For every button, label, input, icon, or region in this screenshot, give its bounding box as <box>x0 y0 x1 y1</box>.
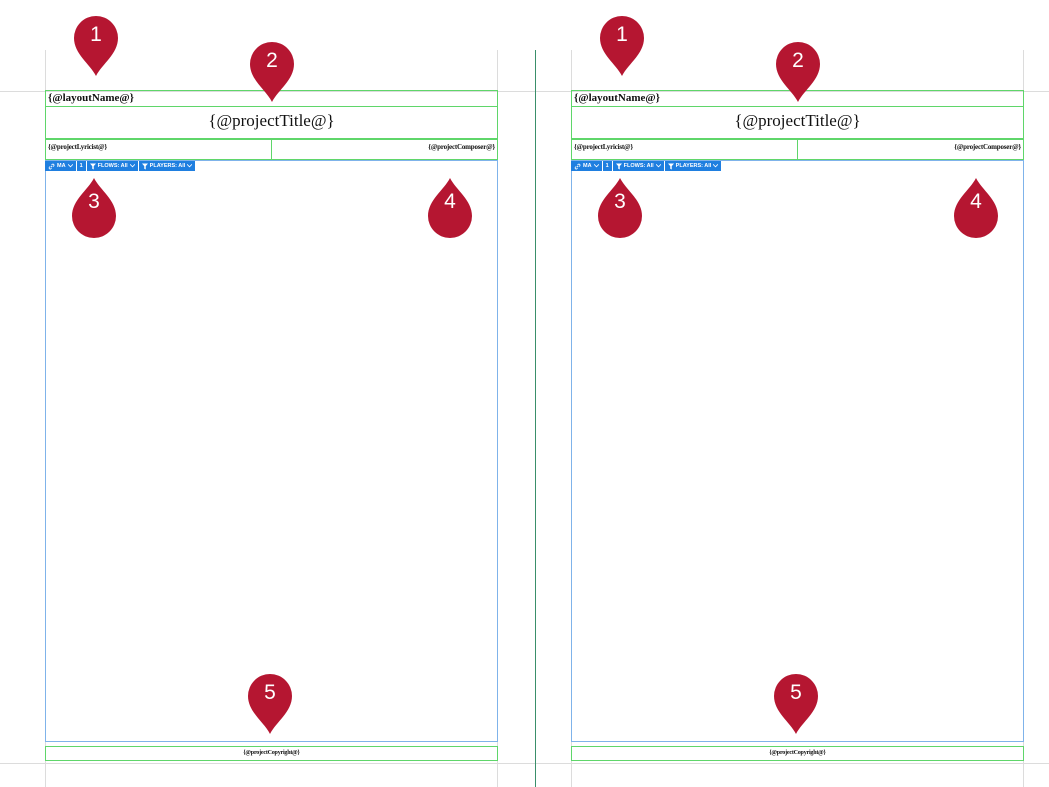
callout-marker-3: 3 <box>594 176 646 242</box>
callout-marker-2: 2 <box>772 38 824 104</box>
callout-marker-4: 4 <box>950 176 1002 242</box>
callout-marker-1: 1 <box>596 12 648 78</box>
frame-number-label: 1 <box>605 163 609 169</box>
music-frame[interactable] <box>45 160 498 742</box>
composer-token: {@projectComposer@} <box>954 143 1021 151</box>
lyricist-token: {@projectLyricist@} <box>48 143 107 151</box>
music-frame[interactable] <box>571 160 1024 742</box>
lyricist-token: {@projectLyricist@} <box>574 143 633 151</box>
copyright-frame[interactable]: {@projectCopyright@} <box>45 746 498 761</box>
lyricist-frame[interactable]: {@projectLyricist@} <box>45 139 272 160</box>
composer-frame[interactable]: {@projectComposer@} <box>797 139 1024 160</box>
composer-token: {@projectComposer@} <box>428 143 495 151</box>
chevron-down-icon <box>655 164 661 168</box>
callout-marker-3: 3 <box>68 176 120 242</box>
chevron-down-icon <box>129 164 135 168</box>
chevron-down-icon <box>67 164 73 168</box>
callout-marker-4: 4 <box>424 176 476 242</box>
chevron-down-icon <box>187 164 193 168</box>
callout-marker-5: 5 <box>770 670 822 736</box>
flows-filter-label: FLOWS: All <box>623 163 654 169</box>
project-title-token: {@projectTitle@} <box>734 111 861 130</box>
copyright-frame[interactable]: {@projectCopyright@} <box>571 746 1024 761</box>
music-frame-toolbar: MA 1 FLOWS: All PLAYERS: All <box>45 161 196 171</box>
lyricist-frame[interactable]: {@projectLyricist@} <box>571 139 798 160</box>
frame-chain-button[interactable]: MA <box>45 161 76 171</box>
project-title-frame[interactable]: {@projectTitle@} <box>45 106 498 139</box>
callout-number: 4 <box>444 190 456 213</box>
layout-name-token: {@layoutName@} <box>48 92 134 104</box>
players-filter-button[interactable]: PLAYERS: All <box>664 161 722 171</box>
chevron-down-icon <box>593 164 599 168</box>
music-frame-toolbar: MA 1 FLOWS: All PLAYERS: All <box>571 161 722 171</box>
left-page: {@layoutName@} {@projectTitle@} {@projec… <box>0 0 540 787</box>
frame-number-button[interactable]: 1 <box>602 161 612 171</box>
flows-filter-button[interactable]: FLOWS: All <box>86 161 138 171</box>
chevron-down-icon <box>713 164 719 168</box>
layout-name-token: {@layoutName@} <box>574 92 660 104</box>
callout-marker-5: 5 <box>244 670 296 736</box>
copyright-token: {@projectCopyright@} <box>243 750 300 756</box>
filter-icon <box>667 163 674 169</box>
callout-marker-2: 2 <box>246 38 298 104</box>
players-filter-label: PLAYERS: All <box>149 163 186 169</box>
callout-number: 1 <box>616 23 628 46</box>
copyright-token: {@projectCopyright@} <box>769 750 826 756</box>
flows-filter-label: FLOWS: All <box>97 163 128 169</box>
callout-marker-1: 1 <box>70 12 122 78</box>
callout-number: 3 <box>614 190 626 213</box>
frame-chain-button[interactable]: MA <box>571 161 602 171</box>
callout-number: 1 <box>90 23 102 46</box>
filter-icon <box>615 163 622 169</box>
filter-icon <box>89 163 96 169</box>
frame-chain-label: MA <box>583 163 592 169</box>
callout-number: 2 <box>266 49 278 72</box>
frame-chain-label: MA <box>57 163 66 169</box>
players-filter-button[interactable]: PLAYERS: All <box>138 161 196 171</box>
project-title-frame[interactable]: {@projectTitle@} <box>571 106 1024 139</box>
callout-number: 2 <box>792 49 804 72</box>
frame-number-label: 1 <box>79 163 83 169</box>
callout-number: 5 <box>264 681 276 704</box>
frame-number-button[interactable]: 1 <box>76 161 86 171</box>
composer-frame[interactable]: {@projectComposer@} <box>271 139 498 160</box>
project-title-token: {@projectTitle@} <box>208 111 335 130</box>
callout-number: 3 <box>88 190 100 213</box>
right-page: {@layoutName@} {@projectTitle@} {@projec… <box>526 0 1049 787</box>
link-icon <box>574 163 581 169</box>
flows-filter-button[interactable]: FLOWS: All <box>612 161 664 171</box>
callout-number: 4 <box>970 190 982 213</box>
players-filter-label: PLAYERS: All <box>675 163 712 169</box>
link-icon <box>48 163 55 169</box>
callout-number: 5 <box>790 681 802 704</box>
filter-icon <box>141 163 148 169</box>
